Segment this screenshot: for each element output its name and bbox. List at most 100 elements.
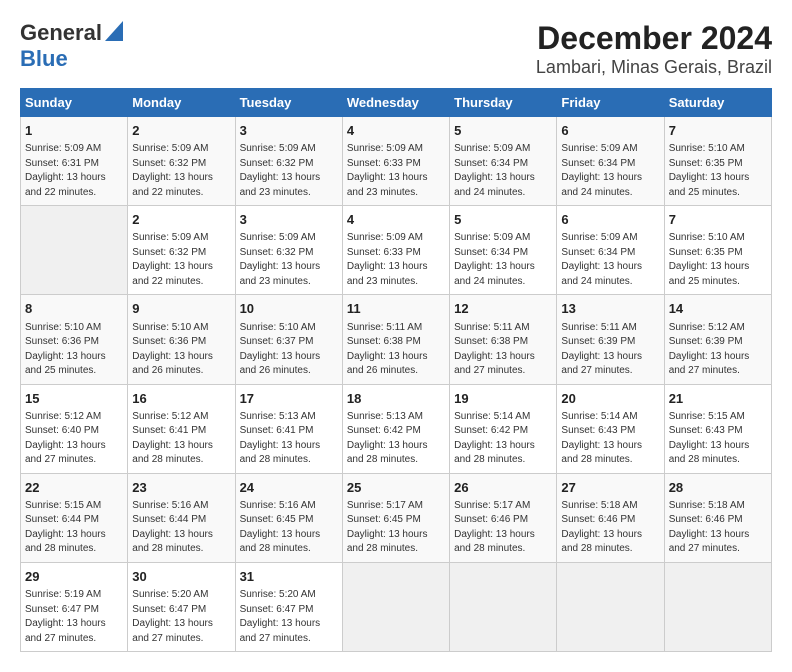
day-info: Sunrise: 5:10 AM Sunset: 6:35 PM Dayligh… bbox=[669, 231, 767, 289]
day-info: Sunrise: 5:10 AM Sunset: 6:35 PM Dayligh… bbox=[669, 142, 767, 200]
table-row: 3 Sunrise: 5:09 AM Sunset: 6:32 PM Daylig… bbox=[235, 206, 342, 295]
table-row: 7 Sunrise: 5:10 AM Sunset: 6:35 PM Daylig… bbox=[664, 117, 771, 206]
table-row bbox=[21, 206, 128, 295]
table-row: 12Sunrise: 5:11 AM Sunset: 6:38 PM Dayli… bbox=[450, 295, 557, 384]
table-row: 21 Sunrise: 5:15 AM Sunset: 6:43 PM Dayli… bbox=[664, 384, 771, 473]
table-row: 15Sunrise: 5:12 AM Sunset: 6:40 PM Dayli… bbox=[21, 384, 128, 473]
table-row: 31Sunrise: 5:20 AM Sunset: 6:47 PM Dayli… bbox=[235, 562, 342, 651]
table-row: 23Sunrise: 5:16 AM Sunset: 6:44 PM Dayli… bbox=[128, 473, 235, 562]
day-info: Sunrise: 5:15 AM Sunset: 6:44 PM Dayligh… bbox=[25, 499, 123, 557]
calendar-week-row: 15Sunrise: 5:12 AM Sunset: 6:40 PM Dayli… bbox=[21, 384, 772, 473]
col-sunday: Sunday bbox=[21, 89, 128, 117]
table-row: 1Sunrise: 5:09 AM Sunset: 6:31 PM Daylig… bbox=[21, 117, 128, 206]
table-row: 25 Sunrise: 5:17 AM Sunset: 6:45 PM Dayli… bbox=[342, 473, 449, 562]
day-number: 7 bbox=[669, 122, 767, 140]
calendar-week-row: 2Sunrise: 5:09 AM Sunset: 6:32 PM Daylig… bbox=[21, 206, 772, 295]
day-info: Sunrise: 5:10 AM Sunset: 6:37 PM Dayligh… bbox=[240, 321, 338, 379]
day-info: Sunrise: 5:10 AM Sunset: 6:36 PM Dayligh… bbox=[25, 321, 123, 379]
day-info: Sunrise: 5:20 AM Sunset: 6:47 PM Dayligh… bbox=[240, 588, 338, 646]
day-info: Sunrise: 5:11 AM Sunset: 6:38 PM Dayligh… bbox=[347, 321, 445, 379]
day-info: Sunrise: 5:09 AM Sunset: 6:32 PM Dayligh… bbox=[240, 142, 338, 200]
day-info: Sunrise: 5:18 AM Sunset: 6:46 PM Dayligh… bbox=[561, 499, 659, 557]
col-wednesday: Wednesday bbox=[342, 89, 449, 117]
day-number: 3 bbox=[240, 211, 338, 229]
day-number: 29 bbox=[25, 568, 123, 586]
table-row: 14 Sunrise: 5:12 AM Sunset: 6:39 PM Dayli… bbox=[664, 295, 771, 384]
table-row: 2Sunrise: 5:09 AM Sunset: 6:32 PM Daylig… bbox=[128, 117, 235, 206]
day-number: 6 bbox=[561, 211, 659, 229]
table-row: 30Sunrise: 5:20 AM Sunset: 6:47 PM Dayli… bbox=[128, 562, 235, 651]
day-info: Sunrise: 5:09 AM Sunset: 6:34 PM Dayligh… bbox=[561, 231, 659, 289]
day-number: 11 bbox=[347, 300, 445, 318]
table-row bbox=[450, 562, 557, 651]
day-number: 5 bbox=[454, 211, 552, 229]
day-info: Sunrise: 5:14 AM Sunset: 6:43 PM Dayligh… bbox=[561, 410, 659, 468]
day-number: 14 bbox=[669, 300, 767, 318]
day-number: 17 bbox=[240, 390, 338, 408]
day-info: Sunrise: 5:17 AM Sunset: 6:45 PM Dayligh… bbox=[347, 499, 445, 557]
day-info: Sunrise: 5:13 AM Sunset: 6:41 PM Dayligh… bbox=[240, 410, 338, 468]
calendar-week-row: 8 Sunrise: 5:10 AM Sunset: 6:36 PM Daylig… bbox=[21, 295, 772, 384]
calendar-table: Sunday Monday Tuesday Wednesday Thursday… bbox=[20, 88, 772, 652]
day-info: Sunrise: 5:10 AM Sunset: 6:36 PM Dayligh… bbox=[132, 321, 230, 379]
day-number: 24 bbox=[240, 479, 338, 497]
day-number: 30 bbox=[132, 568, 230, 586]
table-row: 16Sunrise: 5:12 AM Sunset: 6:41 PM Dayli… bbox=[128, 384, 235, 473]
table-row: 26Sunrise: 5:17 AM Sunset: 6:46 PM Dayli… bbox=[450, 473, 557, 562]
day-number: 8 bbox=[25, 300, 123, 318]
day-info: Sunrise: 5:09 AM Sunset: 6:33 PM Dayligh… bbox=[347, 231, 445, 289]
day-info: Sunrise: 5:09 AM Sunset: 6:32 PM Dayligh… bbox=[132, 231, 230, 289]
day-info: Sunrise: 5:09 AM Sunset: 6:31 PM Dayligh… bbox=[25, 142, 123, 200]
calendar-title: December 2024 bbox=[536, 20, 772, 57]
day-info: Sunrise: 5:12 AM Sunset: 6:41 PM Dayligh… bbox=[132, 410, 230, 468]
logo: General Blue bbox=[20, 20, 123, 72]
day-number: 26 bbox=[454, 479, 552, 497]
table-row: 18 Sunrise: 5:13 AM Sunset: 6:42 PM Dayli… bbox=[342, 384, 449, 473]
table-row: 28 Sunrise: 5:18 AM Sunset: 6:46 PM Dayli… bbox=[664, 473, 771, 562]
day-number: 28 bbox=[669, 479, 767, 497]
day-info: Sunrise: 5:18 AM Sunset: 6:46 PM Dayligh… bbox=[669, 499, 767, 557]
table-row: 5Sunrise: 5:09 AM Sunset: 6:34 PM Daylig… bbox=[450, 206, 557, 295]
day-info: Sunrise: 5:09 AM Sunset: 6:34 PM Dayligh… bbox=[454, 142, 552, 200]
table-row: 13Sunrise: 5:11 AM Sunset: 6:39 PM Dayli… bbox=[557, 295, 664, 384]
day-number: 13 bbox=[561, 300, 659, 318]
table-row: 10 Sunrise: 5:10 AM Sunset: 6:37 PM Dayli… bbox=[235, 295, 342, 384]
day-info: Sunrise: 5:16 AM Sunset: 6:45 PM Dayligh… bbox=[240, 499, 338, 557]
day-info: Sunrise: 5:09 AM Sunset: 6:32 PM Dayligh… bbox=[132, 142, 230, 200]
day-info: Sunrise: 5:13 AM Sunset: 6:42 PM Dayligh… bbox=[347, 410, 445, 468]
table-row: 24 Sunrise: 5:16 AM Sunset: 6:45 PM Dayli… bbox=[235, 473, 342, 562]
day-info: Sunrise: 5:12 AM Sunset: 6:40 PM Dayligh… bbox=[25, 410, 123, 468]
logo-general: General bbox=[20, 20, 102, 46]
day-number: 25 bbox=[347, 479, 445, 497]
table-row: 4Sunrise: 5:09 AM Sunset: 6:33 PM Daylig… bbox=[342, 117, 449, 206]
day-number: 10 bbox=[240, 300, 338, 318]
day-info: Sunrise: 5:12 AM Sunset: 6:39 PM Dayligh… bbox=[669, 321, 767, 379]
day-number: 5 bbox=[454, 122, 552, 140]
day-number: 20 bbox=[561, 390, 659, 408]
day-info: Sunrise: 5:14 AM Sunset: 6:42 PM Dayligh… bbox=[454, 410, 552, 468]
col-thursday: Thursday bbox=[450, 89, 557, 117]
day-info: Sunrise: 5:15 AM Sunset: 6:43 PM Dayligh… bbox=[669, 410, 767, 468]
table-row bbox=[557, 562, 664, 651]
day-info: Sunrise: 5:09 AM Sunset: 6:33 PM Dayligh… bbox=[347, 142, 445, 200]
day-number: 23 bbox=[132, 479, 230, 497]
calendar-header-row: Sunday Monday Tuesday Wednesday Thursday… bbox=[21, 89, 772, 117]
day-number: 7 bbox=[669, 211, 767, 229]
table-row: 7 Sunrise: 5:10 AM Sunset: 6:35 PM Daylig… bbox=[664, 206, 771, 295]
col-friday: Friday bbox=[557, 89, 664, 117]
table-row: 6Sunrise: 5:09 AM Sunset: 6:34 PM Daylig… bbox=[557, 117, 664, 206]
day-info: Sunrise: 5:09 AM Sunset: 6:32 PM Dayligh… bbox=[240, 231, 338, 289]
table-row: 29Sunrise: 5:19 AM Sunset: 6:47 PM Dayli… bbox=[21, 562, 128, 651]
day-number: 18 bbox=[347, 390, 445, 408]
table-row: 11 Sunrise: 5:11 AM Sunset: 6:38 PM Dayli… bbox=[342, 295, 449, 384]
table-row: 4Sunrise: 5:09 AM Sunset: 6:33 PM Daylig… bbox=[342, 206, 449, 295]
day-number: 9 bbox=[132, 300, 230, 318]
day-info: Sunrise: 5:11 AM Sunset: 6:38 PM Dayligh… bbox=[454, 321, 552, 379]
day-info: Sunrise: 5:09 AM Sunset: 6:34 PM Dayligh… bbox=[561, 142, 659, 200]
logo-arrow-icon bbox=[105, 21, 123, 46]
day-number: 22 bbox=[25, 479, 123, 497]
table-row: 22 Sunrise: 5:15 AM Sunset: 6:44 PM Dayli… bbox=[21, 473, 128, 562]
table-row: 8 Sunrise: 5:10 AM Sunset: 6:36 PM Daylig… bbox=[21, 295, 128, 384]
table-row: 19Sunrise: 5:14 AM Sunset: 6:42 PM Dayli… bbox=[450, 384, 557, 473]
day-number: 21 bbox=[669, 390, 767, 408]
